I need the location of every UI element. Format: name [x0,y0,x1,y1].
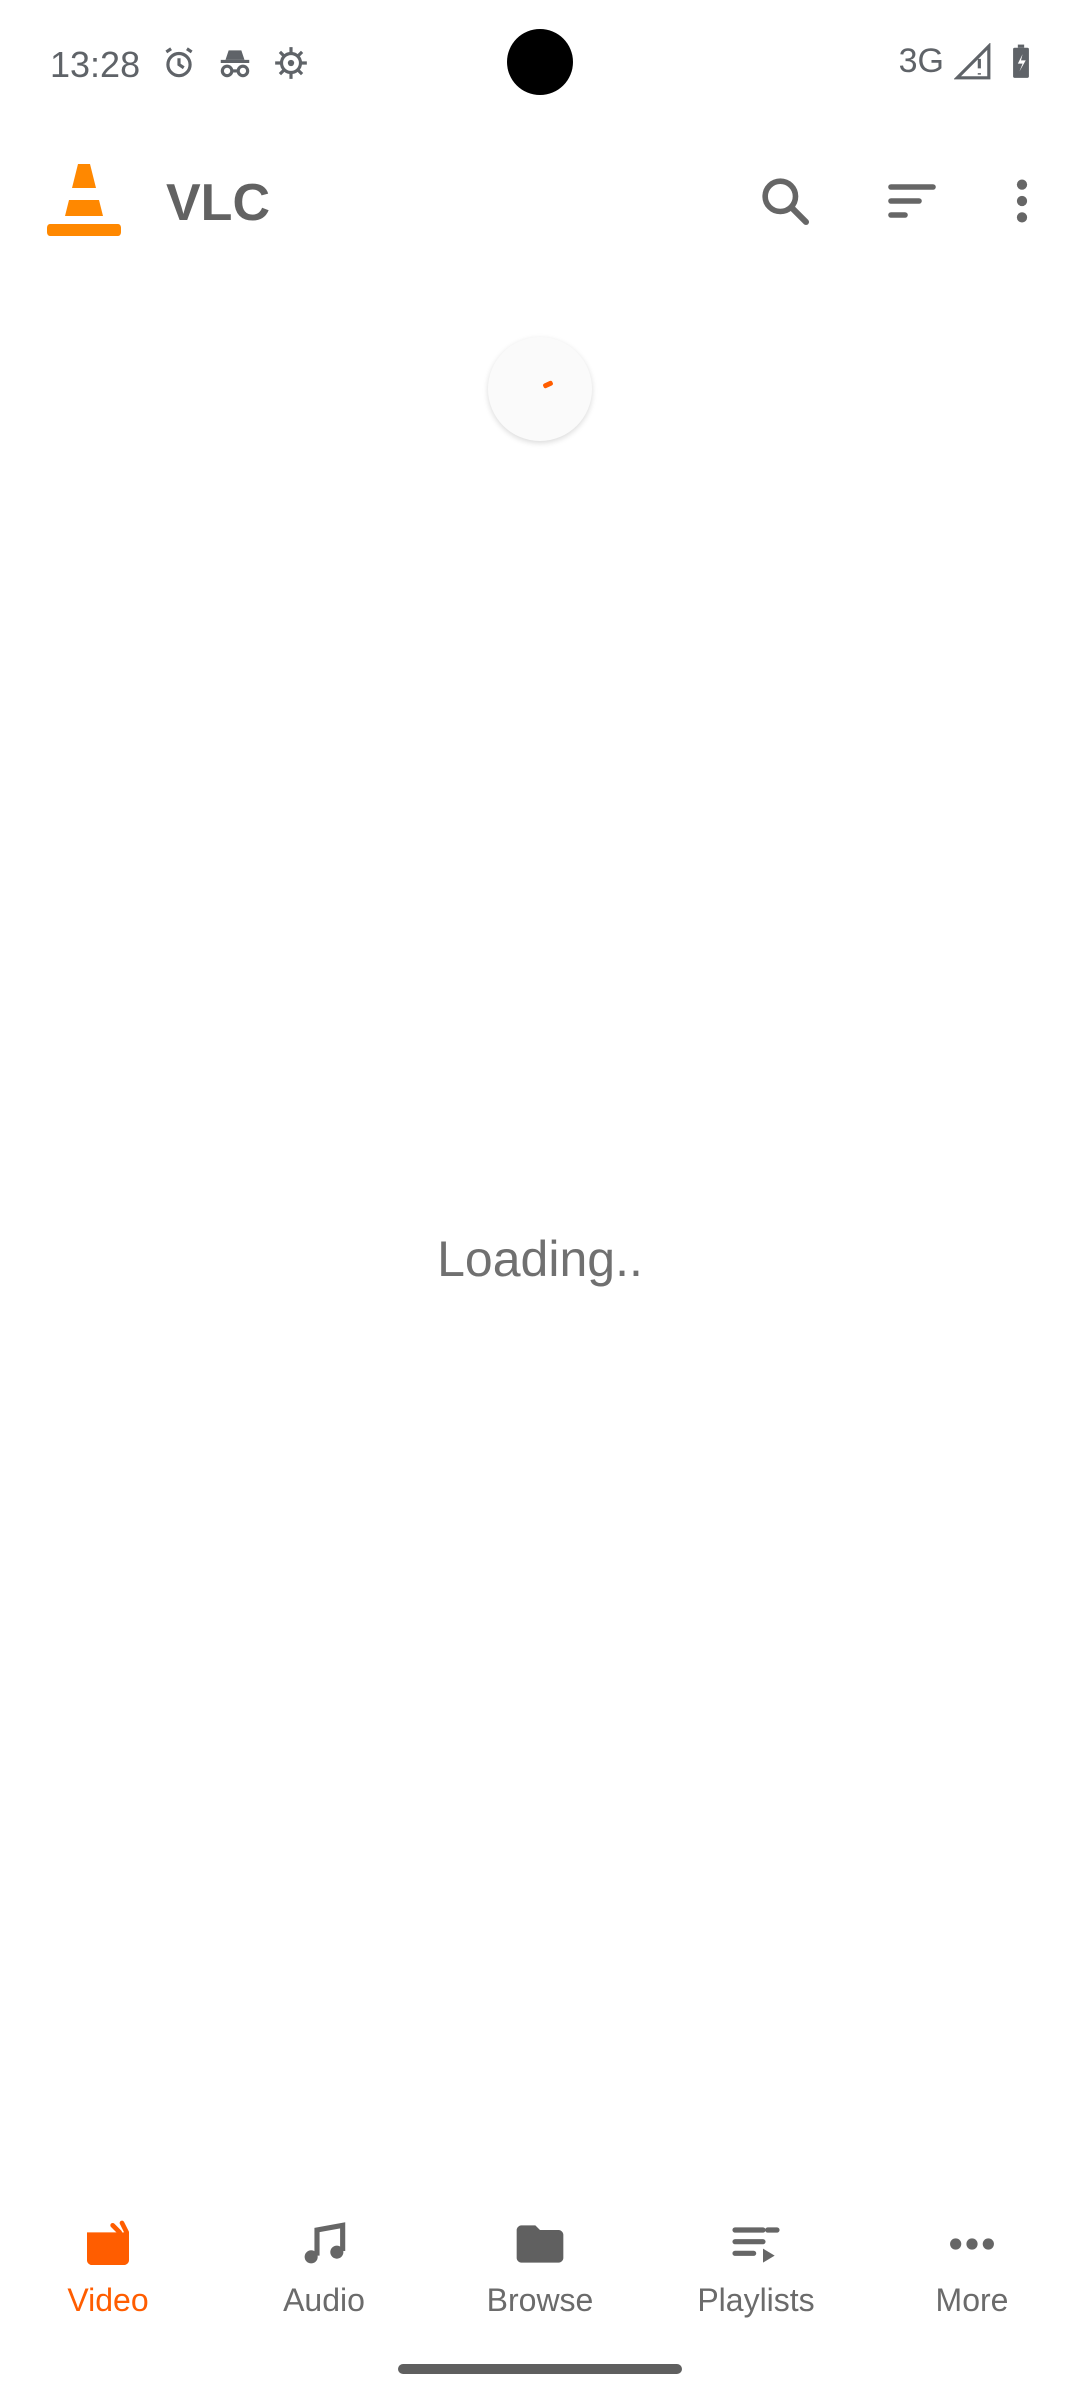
more-vert-icon [1016,179,1028,223]
sort-button[interactable] [877,166,947,236]
status-icons [160,44,310,82]
sort-icon [888,184,936,218]
more-options-button[interactable] [987,166,1057,236]
network-type: 3G [898,42,944,80]
nav-item-video[interactable]: Video [0,2190,216,2336]
cards-placeholder-row [0,653,1080,946]
status-right: 3G [899,42,1040,81]
more-horiz-icon [940,2212,1004,2276]
gesture-navigation-bar[interactable] [398,2364,682,2374]
nav-label: Video [67,2282,149,2318]
settings-icon [275,47,307,79]
nav-item-more[interactable]: More [864,2190,1080,2336]
video-icon [76,2212,140,2276]
card-placeholder [42,653,462,946]
section-title-placeholder [42,547,220,610]
card-label-placeholder [138,853,366,911]
battery-charging-icon [1013,44,1029,78]
header-placeholder-row [0,275,1080,505]
playlist-icon [724,2212,788,2276]
bottom-navigation: Video Audio Browse Playlists More [0,2190,1080,2336]
search-icon [762,178,810,226]
card-thumbnail-placeholder [187,686,314,813]
status-bar: 13:28 3G [0,0,1080,128]
app-bar: VLC [0,128,1080,275]
nav-item-browse[interactable]: Browse [432,2190,648,2336]
audio-icon [292,2212,356,2276]
signal-icon [954,42,991,79]
nav-label: Audio [283,2282,365,2318]
nav-item-playlists[interactable]: Playlists [648,2190,864,2336]
loading-spinner [488,337,592,441]
placeholder-block [562,337,1040,463]
camera-cutout [507,29,573,95]
folder-icon [508,2212,572,2276]
incognito-icon [220,50,250,78]
vlc-logo-icon[interactable] [42,158,126,242]
app-title: VLC [166,174,270,232]
nav-label: Browse [486,2282,594,2318]
placeholder-block [42,337,520,463]
section-placeholder-row [0,505,1080,653]
nav-label: Playlists [697,2282,815,2318]
loading-text: Loading.. [437,1231,643,1287]
nav-item-audio[interactable]: Audio [216,2190,432,2336]
search-button[interactable] [750,166,820,236]
spinner-indicator [542,380,554,389]
alarm-icon [165,47,193,78]
status-time: 13:28 [50,44,141,85]
nav-label: More [935,2282,1009,2318]
